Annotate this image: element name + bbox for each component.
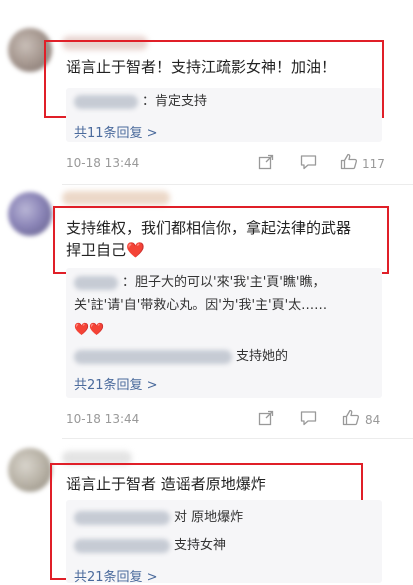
reply-area: ：肯定支持 共11条回复 > <box>66 88 382 142</box>
divider <box>62 438 413 439</box>
more-replies-link[interactable]: 共21条回复 > <box>74 374 158 393</box>
reply-item[interactable]: ：胆子大的可以'來'我'主'頁'瞧'瞧， <box>74 274 325 292</box>
reply-hearts: ❤️❤️ <box>74 322 104 336</box>
like-count: 84 <box>365 413 381 427</box>
share-icon[interactable] <box>258 410 274 430</box>
avatar[interactable] <box>8 192 52 236</box>
reply-area: 对 原地爆炸 支持女神 共21条回复 > <box>66 500 382 585</box>
comment-date: 10-18 13:44 <box>66 412 140 426</box>
reply-username-blurred[interactable] <box>74 510 170 525</box>
comment-text: 谣言止于智者 造谣者原地爆炸 <box>66 475 266 493</box>
reply-area: ：胆子大的可以'來'我'主'頁'瞧'瞧， 关'註'请'自'带救心丸。因'为'我'… <box>66 268 382 398</box>
avatar[interactable] <box>8 448 52 492</box>
reply-username-blurred[interactable] <box>74 94 138 109</box>
thumbs-up-icon[interactable] <box>340 153 358 174</box>
more-replies-link[interactable]: 共11条回复 > <box>74 122 158 141</box>
divider <box>62 184 413 185</box>
like-count: 117 <box>362 157 385 171</box>
comment-date: 10-18 13:44 <box>66 156 140 170</box>
reply-item[interactable]: 支持她的 <box>74 348 288 366</box>
more-replies-link[interactable]: 共21条回复 > <box>74 566 158 585</box>
comment-text: 谣言止于智者！支持江疏影女神！加油！ <box>66 58 337 76</box>
comment-icon[interactable] <box>300 410 317 430</box>
reply-username-blurred[interactable] <box>74 538 170 553</box>
reply-item-continued: 关'註'请'自'带救心丸。因'为'我'主'頁'太…… <box>74 298 328 313</box>
comment-text: 支持维权，我们都相信你，拿起法律的武器 捍卫自己❤️ <box>66 219 352 259</box>
reply-item[interactable]: 支持女神 <box>74 537 226 555</box>
comment-icon[interactable] <box>300 154 317 174</box>
reply-item[interactable]: ：肯定支持 <box>74 93 207 111</box>
thumbs-up-icon[interactable] <box>342 409 360 430</box>
share-icon[interactable] <box>258 154 274 174</box>
reply-username-blurred[interactable] <box>74 275 118 290</box>
reply-username-blurred[interactable] <box>74 349 232 364</box>
username-blurred[interactable] <box>62 191 170 205</box>
heart-emoji: ❤️ <box>126 241 145 259</box>
reply-item[interactable]: 对 原地爆炸 <box>74 509 243 527</box>
